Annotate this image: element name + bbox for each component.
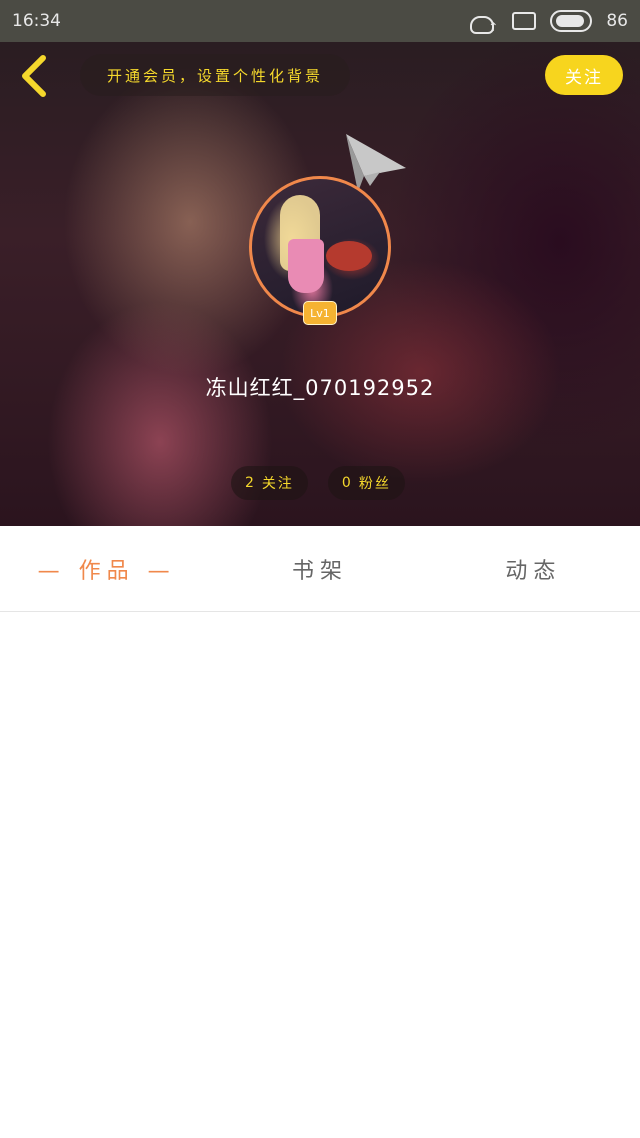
avatar[interactable] bbox=[249, 176, 391, 318]
tab-bookshelf[interactable]: 书架 bbox=[213, 553, 426, 585]
username: 冻山红红_070192952 bbox=[205, 376, 435, 400]
tab-activity[interactable]: 动态 bbox=[427, 553, 640, 585]
status-bar: 16:34 86 bbox=[0, 0, 640, 42]
back-button[interactable] bbox=[14, 54, 54, 98]
level-badge: Lv1 bbox=[303, 301, 337, 325]
tab-content bbox=[0, 613, 640, 1138]
notification-icon bbox=[468, 10, 498, 34]
tab-works[interactable]: — 作品 — bbox=[0, 553, 213, 585]
status-time: 16:34 bbox=[12, 11, 61, 31]
chevron-left-icon bbox=[22, 55, 46, 97]
fans-label: 粉丝 bbox=[358, 476, 391, 492]
fans-count: 0 bbox=[341, 475, 353, 491]
vip-banner[interactable]: 开通会员，设置个性化背景 bbox=[80, 54, 350, 96]
avatar-accent bbox=[326, 241, 372, 271]
status-icons: 86 bbox=[468, 10, 628, 34]
screen-icon bbox=[512, 12, 537, 30]
avatar-dress bbox=[288, 239, 324, 293]
stats-row: 2 关注 0 粉丝 bbox=[231, 466, 405, 500]
battery-level: 86 bbox=[606, 11, 628, 31]
battery-icon bbox=[550, 10, 593, 32]
profile-tabs: — 作品 — 书架 动态 bbox=[0, 526, 640, 612]
fans-stat[interactable]: 0 粉丝 bbox=[327, 466, 405, 500]
following-label: 关注 bbox=[261, 476, 294, 492]
follow-button[interactable]: 关注 bbox=[545, 55, 623, 95]
following-count: 2 bbox=[245, 475, 256, 491]
following-stat[interactable]: 2 关注 bbox=[231, 466, 308, 500]
profile-header: 开通会员，设置个性化背景 关注 Lv1 冻山红红_070192952 2 关注 … bbox=[0, 42, 640, 526]
